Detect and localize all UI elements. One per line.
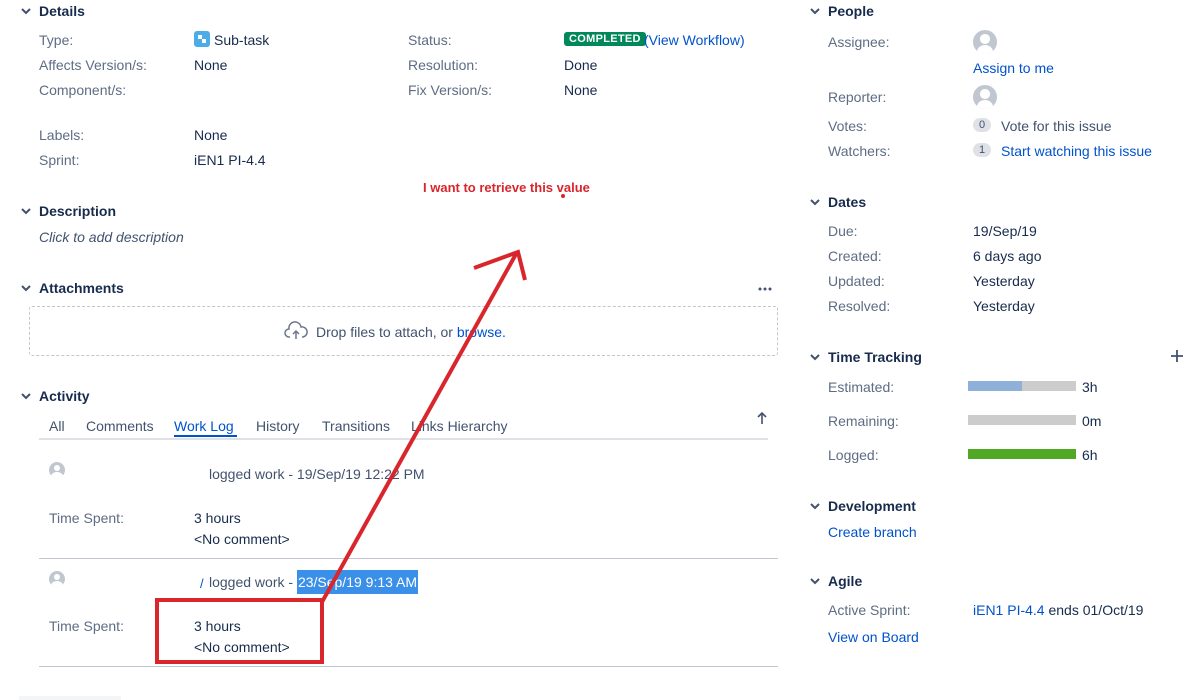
chevron-down-icon[interactable]	[807, 573, 823, 589]
estimated-bar-fill	[968, 381, 1022, 391]
development-title: Development	[828, 498, 916, 514]
chevron-down-icon[interactable]	[807, 349, 823, 365]
view-on-board-link[interactable]: View on Board	[828, 629, 919, 645]
resolved-label: Resolved:	[828, 298, 891, 314]
logged-bar	[968, 449, 1076, 459]
time-tracking-title: Time Tracking	[828, 349, 922, 365]
remaining-bar	[968, 415, 1076, 425]
created-value: 6 days ago	[973, 248, 1042, 264]
active-sprint-label: Active Sprint:	[828, 602, 911, 618]
annotation-arrow-head	[473, 249, 527, 281]
annotation-overlay	[155, 249, 527, 664]
chevron-down-icon[interactable]	[807, 194, 823, 210]
create-branch-link[interactable]: Create branch	[828, 524, 917, 540]
votes-count-badge: 0	[973, 118, 992, 132]
watchers-count-badge: 1	[973, 143, 992, 157]
active-sprint-value: iEN1 PI-4.4 ends 01/Oct/19	[973, 602, 1143, 618]
estimated-bar	[968, 381, 1076, 391]
remaining-label: Remaining:	[828, 413, 899, 429]
annotation-box	[155, 598, 324, 664]
updated-value: Yesterday	[973, 273, 1035, 289]
avatar[interactable]	[973, 85, 997, 109]
assign-to-me-link[interactable]: Assign to me	[973, 60, 1054, 76]
chevron-down-icon[interactable]	[807, 3, 823, 19]
watchers-label: Watchers:	[828, 143, 891, 159]
created-label: Created:	[828, 248, 882, 264]
active-sprint-link[interactable]: iEN1 PI-4.4	[973, 602, 1045, 618]
people-title: People	[828, 3, 874, 19]
avatar[interactable]	[973, 30, 997, 54]
assignee-label: Assignee:	[828, 34, 890, 50]
due-value: 19/Sep/19	[973, 223, 1037, 239]
votes-label: Votes:	[828, 118, 867, 134]
start-watching-link[interactable]: Start watching this issue	[1001, 143, 1152, 159]
resolved-value: Yesterday	[973, 298, 1035, 314]
chevron-down-icon[interactable]	[807, 498, 823, 514]
agile-title: Agile	[828, 573, 863, 589]
estimated-value: 3h	[1082, 379, 1098, 395]
estimated-label: Estimated:	[828, 379, 895, 395]
vote-for-issue-text: Vote for this issue	[1001, 118, 1112, 134]
plus-icon[interactable]	[1170, 349, 1184, 363]
dates-title: Dates	[828, 194, 867, 210]
reporter-label: Reporter:	[828, 89, 887, 105]
updated-label: Updated:	[828, 273, 885, 289]
logged-label: Logged:	[828, 447, 879, 463]
due-label: Due:	[828, 223, 858, 239]
annotation-arrow-line	[320, 253, 518, 603]
remaining-value: 0m	[1082, 413, 1102, 429]
logged-value: 6h	[1082, 447, 1098, 463]
logged-bar-fill	[968, 449, 1076, 459]
active-sprint-suffix: ends 01/Oct/19	[1044, 602, 1144, 618]
